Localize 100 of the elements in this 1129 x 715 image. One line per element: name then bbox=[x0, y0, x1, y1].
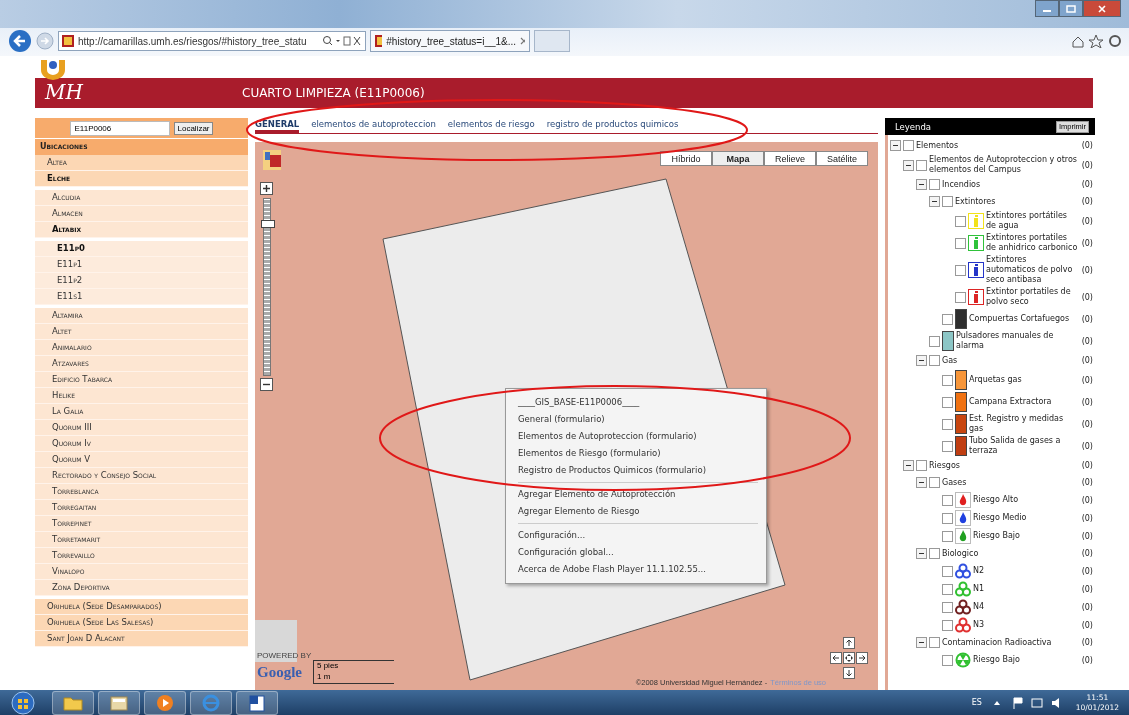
location-item[interactable]: Quorum Iv bbox=[35, 436, 248, 452]
tree-toggle[interactable] bbox=[929, 196, 940, 207]
layer-checkbox[interactable] bbox=[942, 440, 953, 452]
layer-checkbox[interactable] bbox=[942, 374, 953, 386]
system-tray-icons[interactable] bbox=[991, 695, 1062, 710]
map-type-button[interactable]: Relieve bbox=[764, 151, 816, 166]
tree-toggle[interactable] bbox=[903, 159, 914, 171]
taskbar-files-icon[interactable] bbox=[98, 690, 140, 715]
forward-button[interactable] bbox=[36, 32, 54, 50]
location-item[interactable]: Quorum III bbox=[35, 420, 248, 436]
location-item[interactable]: Vinalopo bbox=[35, 564, 248, 580]
map-type-button[interactable]: Mapa bbox=[712, 151, 764, 166]
section-tab[interactable]: GENERAL bbox=[255, 118, 300, 133]
location-item[interactable]: Torretamarit bbox=[35, 532, 248, 548]
layer-checkbox[interactable] bbox=[916, 460, 927, 471]
layer-checkbox[interactable] bbox=[942, 583, 953, 595]
address-bar[interactable]: http://camarillas.umh.es/riesgos/#history_tree_statu bbox=[58, 31, 366, 51]
location-search-field[interactable]: E11P0006 bbox=[70, 120, 171, 136]
start-button[interactable] bbox=[8, 690, 38, 715]
layer-checkbox[interactable] bbox=[916, 159, 927, 171]
map-type-button[interactable]: Satélite bbox=[816, 151, 868, 166]
map-type-button[interactable]: Híbrido bbox=[660, 151, 712, 166]
location-item[interactable]: E11s1 bbox=[35, 289, 248, 305]
section-tab[interactable]: elementos de riesgo bbox=[447, 118, 535, 133]
tree-toggle[interactable] bbox=[903, 460, 914, 471]
location-item[interactable]: Altamira bbox=[35, 308, 248, 324]
location-item[interactable]: Orihuela (Sede Desamparados) bbox=[35, 599, 248, 615]
layer-checkbox[interactable] bbox=[942, 313, 953, 325]
language-indicator[interactable]: ES bbox=[971, 698, 982, 707]
close-tab-icon[interactable] bbox=[520, 37, 525, 45]
back-button[interactable] bbox=[8, 29, 32, 53]
layer-checkbox[interactable] bbox=[942, 196, 953, 207]
layer-checkbox[interactable] bbox=[929, 179, 940, 190]
pan-down-icon[interactable] bbox=[843, 667, 855, 679]
location-item[interactable]: Zona Deportiva bbox=[35, 580, 248, 596]
location-item[interactable]: Torreblanca bbox=[35, 484, 248, 500]
context-menu-item[interactable]: Agregar Elemento de Riesgo bbox=[518, 503, 766, 520]
context-menu-item[interactable]: Configuración... bbox=[518, 527, 766, 544]
layer-checkbox[interactable] bbox=[929, 637, 940, 648]
context-menu-item[interactable]: Configuración global... bbox=[518, 544, 766, 561]
location-item[interactable]: E11p1 bbox=[35, 257, 248, 273]
location-item[interactable]: Alcudia bbox=[35, 190, 248, 206]
taskbar-media-player-icon[interactable] bbox=[144, 690, 186, 715]
location-item[interactable]: Torrevaillo bbox=[35, 548, 248, 564]
layer-checkbox[interactable] bbox=[903, 140, 914, 151]
context-menu-item[interactable]: ____GIS_BASE-E11P0006____ bbox=[518, 394, 766, 411]
layer-checkbox[interactable] bbox=[929, 477, 940, 488]
location-item[interactable]: E11p0 bbox=[35, 241, 248, 257]
context-menu-item[interactable]: General (formulario) bbox=[518, 411, 766, 428]
location-item[interactable]: Quorum V bbox=[35, 452, 248, 468]
location-item[interactable]: Torrepinet bbox=[35, 516, 248, 532]
location-item[interactable]: Animalario bbox=[35, 340, 248, 356]
pan-up-icon[interactable] bbox=[843, 637, 855, 649]
location-item[interactable]: Altea bbox=[35, 155, 248, 171]
location-item[interactable]: Altet bbox=[35, 324, 248, 340]
tree-toggle[interactable] bbox=[916, 548, 927, 559]
layer-checkbox[interactable] bbox=[929, 335, 940, 347]
context-menu-item[interactable]: Elementos de Riesgo (formulario) bbox=[518, 445, 766, 462]
location-item[interactable]: Sant Joan D Alacant bbox=[35, 631, 248, 647]
location-item[interactable]: Helike bbox=[35, 388, 248, 404]
zoom-slider-thumb[interactable] bbox=[261, 219, 275, 228]
pan-center-icon[interactable] bbox=[843, 652, 855, 664]
location-item[interactable]: E11p2 bbox=[35, 273, 248, 289]
layer-checkbox[interactable] bbox=[955, 264, 966, 276]
location-item[interactable]: Orihuela (Sede Las Salesas) bbox=[35, 615, 248, 631]
layer-checkbox[interactable] bbox=[955, 291, 966, 303]
pan-left-icon[interactable] bbox=[830, 652, 842, 664]
location-item[interactable]: Altabix bbox=[35, 222, 248, 238]
layer-checkbox[interactable] bbox=[942, 512, 953, 524]
locate-button[interactable]: Localizar bbox=[174, 121, 213, 135]
taskbar-document-icon[interactable] bbox=[236, 690, 278, 715]
close-button[interactable] bbox=[1083, 0, 1121, 17]
section-tab[interactable]: registro de productos quimicos bbox=[546, 118, 679, 133]
context-menu-item[interactable]: Acerca de Adobe Flash Player 11.1.102.55... bbox=[518, 561, 766, 578]
map-view[interactable] bbox=[255, 142, 878, 690]
context-menu-item[interactable]: Elementos de Autoproteccion (formulario) bbox=[518, 428, 766, 445]
tree-toggle[interactable] bbox=[916, 637, 927, 648]
context-menu-item[interactable]: Agregar Elemento de Autoprotección bbox=[518, 486, 766, 503]
layer-checkbox[interactable] bbox=[942, 530, 953, 542]
location-item[interactable]: Torregaitan bbox=[35, 500, 248, 516]
tree-toggle[interactable] bbox=[890, 140, 901, 151]
layer-checkbox[interactable] bbox=[942, 601, 953, 613]
layer-checkbox[interactable] bbox=[955, 237, 966, 249]
tree-toggle[interactable] bbox=[916, 355, 927, 366]
taskbar-folder-icon[interactable] bbox=[52, 690, 94, 715]
layer-checkbox[interactable] bbox=[929, 355, 940, 366]
location-item[interactable]: Atzavares bbox=[35, 356, 248, 372]
browser-toolbar-icons[interactable] bbox=[1071, 34, 1121, 48]
layer-checkbox[interactable] bbox=[942, 619, 953, 631]
layer-checkbox[interactable] bbox=[942, 494, 953, 506]
location-item[interactable]: Almacen bbox=[35, 206, 248, 222]
layer-checkbox[interactable] bbox=[942, 654, 953, 666]
layer-checkbox[interactable] bbox=[942, 565, 953, 577]
tree-toggle[interactable] bbox=[916, 179, 927, 190]
minimize-button[interactable] bbox=[1035, 0, 1059, 17]
maximize-button[interactable] bbox=[1059, 0, 1083, 17]
zoom-out-button[interactable] bbox=[260, 378, 273, 391]
layer-checkbox[interactable] bbox=[955, 215, 966, 227]
layer-checkbox[interactable] bbox=[942, 418, 953, 430]
location-item[interactable]: Elche bbox=[35, 171, 248, 187]
